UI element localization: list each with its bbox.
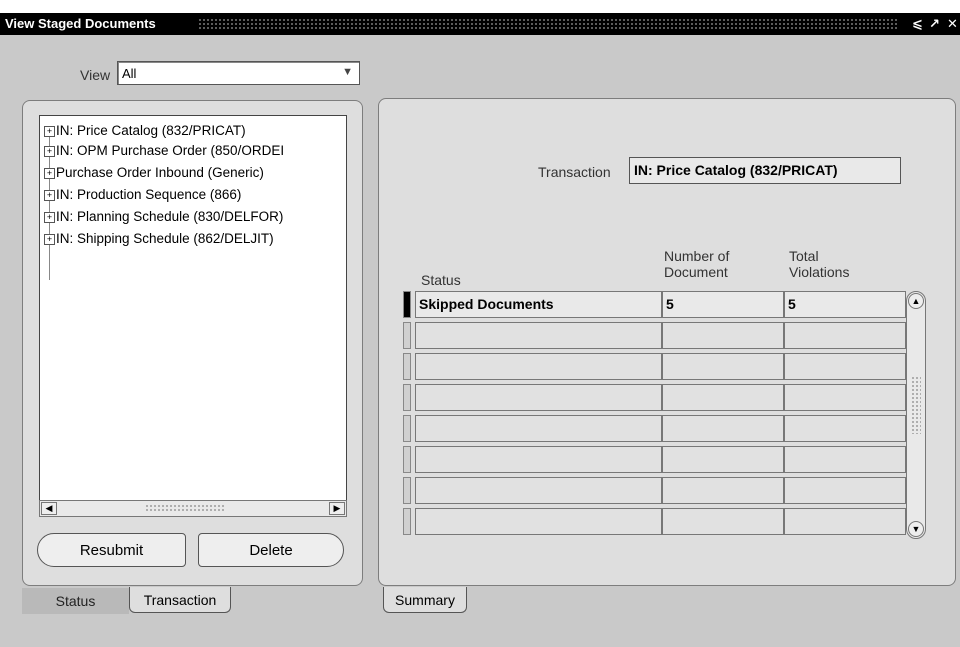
transaction-tree[interactable]: + IN: Price Catalog (832/PRICAT) + IN: OPM…	[39, 115, 347, 501]
number-cell[interactable]	[662, 446, 784, 473]
tree-node-label: IN: Planning Schedule (830/DELFOR)	[56, 209, 284, 224]
column-header-line: Total	[789, 248, 819, 264]
status-cell[interactable]	[415, 353, 662, 380]
number-cell[interactable]: 5	[662, 291, 784, 318]
tree-node[interactable]: + IN: OPM Purchase Order (850/ORDEI	[44, 141, 284, 161]
expand-icon[interactable]: +	[44, 125, 55, 137]
row-indicator[interactable]	[403, 353, 411, 380]
number-cell[interactable]	[662, 353, 784, 380]
row-indicator[interactable]	[403, 477, 411, 504]
scrollbar-thumb[interactable]	[911, 376, 921, 434]
tab-status-label: Status	[55, 593, 96, 609]
number-cell[interactable]	[662, 322, 784, 349]
violations-cell[interactable]	[784, 508, 906, 535]
delete-button[interactable]: Delete	[198, 533, 344, 567]
resubmit-button-label: Resubmit	[79, 542, 144, 559]
row-indicator[interactable]	[403, 384, 411, 411]
view-label: View	[80, 67, 111, 83]
tree-node[interactable]: + IN: Price Catalog (832/PRICAT)	[44, 121, 246, 141]
expand-icon[interactable]: +	[44, 145, 55, 157]
tree-node-label: IN: Price Catalog (832/PRICAT)	[56, 123, 246, 138]
scroll-up-icon[interactable]: ▲	[908, 293, 924, 309]
scroll-left-icon[interactable]: ◀	[41, 502, 57, 515]
tab-status[interactable]: Status	[22, 588, 129, 614]
transaction-field[interactable]: IN: Price Catalog (832/PRICAT)	[629, 157, 901, 184]
column-header-status: Status	[421, 272, 461, 288]
title-bar-grip	[198, 18, 898, 30]
tree-node[interactable]: + IN: Shipping Schedule (862/DELJIT)	[44, 229, 274, 249]
window-title: View Staged Documents	[5, 16, 156, 31]
status-cell[interactable]: Skipped Documents	[415, 291, 662, 318]
row-indicator[interactable]	[403, 415, 411, 442]
column-header-total-violations: Total Violations	[789, 248, 849, 280]
view-select[interactable]: All ▼	[117, 61, 360, 85]
number-cell[interactable]	[662, 384, 784, 411]
tree-node-label: IN: Production Sequence (866)	[56, 187, 242, 202]
row-indicator[interactable]	[403, 291, 411, 318]
column-header-line: Number of	[664, 248, 730, 264]
scrollbar-thumb[interactable]	[145, 504, 225, 513]
status-cell[interactable]	[415, 446, 662, 473]
view-staged-documents-window: View Staged Documents ⩽ ↗ ✕ View All ▼ +…	[0, 0, 960, 647]
column-header-line: Document	[664, 264, 728, 280]
scroll-right-icon[interactable]: ▶	[329, 502, 345, 515]
tree-node-label: Purchase Order Inbound (Generic)	[56, 165, 264, 180]
column-header-status-label: Status	[421, 272, 461, 288]
number-cell[interactable]	[662, 415, 784, 442]
status-cell[interactable]	[415, 508, 662, 535]
violations-cell[interactable]	[784, 384, 906, 411]
resubmit-button[interactable]: Resubmit	[37, 533, 186, 567]
tree-node-label: IN: OPM Purchase Order (850/ORDEI	[56, 143, 285, 158]
status-cell[interactable]	[415, 384, 662, 411]
status-cell[interactable]	[415, 477, 662, 504]
scroll-down-icon[interactable]: ▼	[908, 521, 924, 537]
tab-transaction-label: Transaction	[143, 592, 217, 608]
tab-summary-label: Summary	[395, 592, 455, 608]
status-cell[interactable]	[415, 322, 662, 349]
transaction-label: Transaction	[538, 164, 611, 180]
violations-cell[interactable]	[784, 322, 906, 349]
expand-icon[interactable]: +	[44, 211, 55, 223]
minimize-icon[interactable]: ⩽	[912, 13, 923, 35]
view-select-value: All	[122, 66, 137, 81]
violations-cell[interactable]	[784, 415, 906, 442]
expand-icon[interactable]: +	[44, 167, 55, 179]
tree-node-label: IN: Shipping Schedule (862/DELJIT)	[56, 231, 274, 246]
tree-node[interactable]: + IN: Production Sequence (866)	[44, 185, 241, 205]
column-header-line: Violations	[789, 264, 850, 280]
tab-transaction[interactable]: Transaction	[129, 587, 231, 613]
expand-icon[interactable]: +	[44, 189, 55, 201]
column-header-number-of-document: Number of Document	[664, 248, 729, 280]
row-indicator[interactable]	[403, 322, 411, 349]
violations-cell[interactable]	[784, 446, 906, 473]
tree-node[interactable]: + Purchase Order Inbound (Generic)	[44, 163, 264, 183]
tab-summary[interactable]: Summary	[383, 587, 467, 613]
number-cell[interactable]	[662, 477, 784, 504]
title-bar[interactable]: View Staged Documents ⩽ ↗ ✕	[0, 13, 960, 35]
table-vertical-scrollbar[interactable]: ▲ ▼	[906, 291, 926, 539]
delete-button-label: Delete	[249, 542, 293, 559]
close-icon[interactable]: ✕	[947, 13, 958, 35]
row-indicator[interactable]	[403, 446, 411, 473]
tree-node[interactable]: + IN: Planning Schedule (830/DELFOR)	[44, 207, 283, 227]
top-margin	[0, 0, 960, 13]
number-cell[interactable]	[662, 508, 784, 535]
expand-icon[interactable]: +	[44, 233, 55, 245]
chevron-down-icon[interactable]: ▼	[342, 66, 353, 78]
maximize-icon[interactable]: ↗	[929, 13, 940, 35]
violations-cell[interactable]	[784, 353, 906, 380]
tree-horizontal-scrollbar[interactable]: ◀ ▶	[39, 500, 347, 517]
violations-cell[interactable]	[784, 477, 906, 504]
row-indicator[interactable]	[403, 508, 411, 535]
violations-cell[interactable]: 5	[784, 291, 906, 318]
status-cell[interactable]	[415, 415, 662, 442]
